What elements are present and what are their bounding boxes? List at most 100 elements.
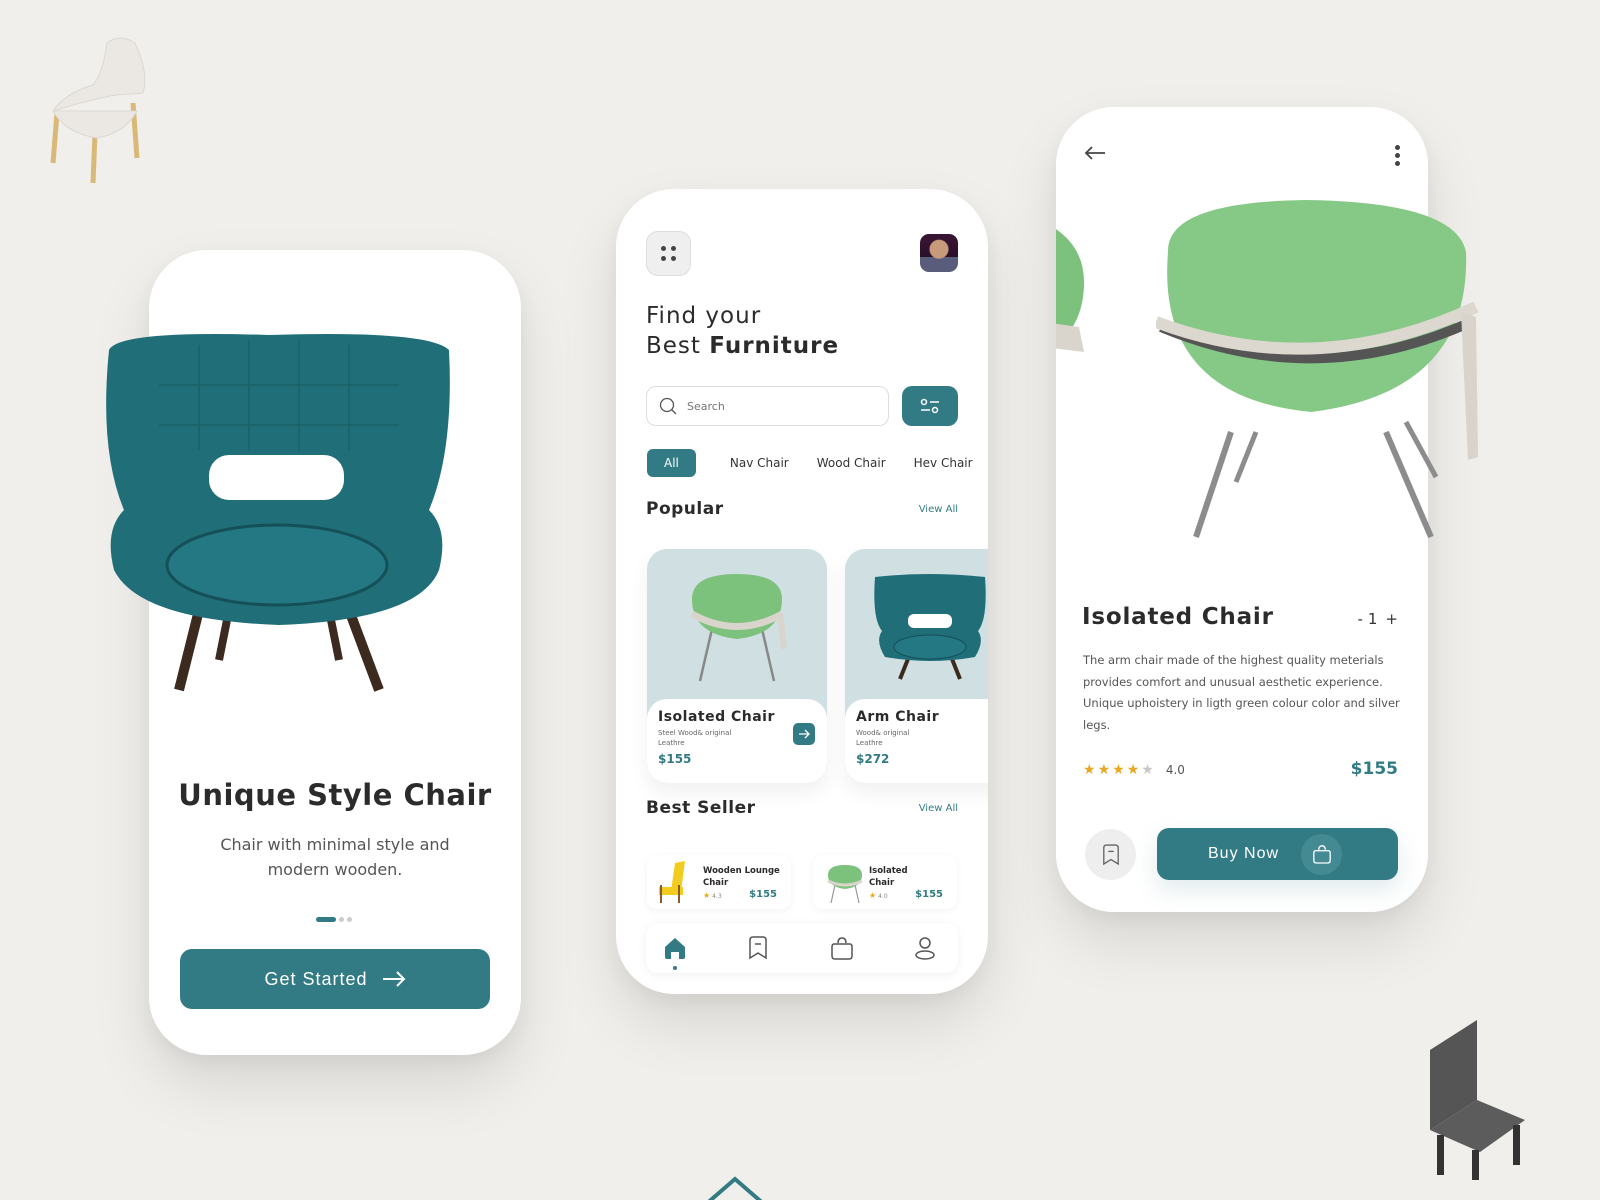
product-price: $155 (1350, 759, 1398, 779)
profile-icon (915, 937, 935, 960)
product-price: $155 (749, 889, 777, 900)
active-nav-indicator (673, 966, 677, 970)
title-line-2: Best Furniture (646, 331, 839, 361)
product-name: Wooden Lounge Chair (703, 866, 780, 888)
isolated-chair-hero-image (1156, 200, 1479, 539)
arrow-left-icon (1084, 146, 1105, 160)
product-name: Isolated Chair (658, 709, 775, 725)
decrease-quantity-button[interactable]: - (1357, 610, 1362, 628)
product-detail-screen: Isolated Chair - 1 + The arm chair made … (1056, 107, 1479, 912)
nav-profile[interactable] (912, 935, 938, 961)
best-seller-card[interactable]: Isolated Chair ★ 4.0 $155 (813, 855, 957, 909)
product-name: Isolated Chair (869, 866, 908, 888)
get-started-label: Get Started (264, 968, 368, 989)
product-price: $155 (915, 889, 943, 900)
title-bold: Furniture (709, 333, 840, 359)
nav-cart[interactable] (829, 935, 855, 961)
star-icon: ★ (1097, 762, 1111, 778)
rating-value: 4.3 (712, 893, 722, 900)
category-tabs: All Nav Chair Wood Chair Hev Chair (647, 449, 988, 477)
star-icon: ★ (1112, 762, 1125, 778)
grid-dots-icon (661, 246, 666, 251)
more-dot (1395, 161, 1400, 166)
grid-dot (671, 246, 676, 251)
category-tab-all[interactable]: All (647, 449, 696, 477)
arm-chair-image (874, 574, 986, 680)
best-seller-view-all-link[interactable]: View All (919, 803, 958, 814)
white-chair-decoration (50, 37, 146, 184)
star-empty-icon: ★ (1141, 762, 1154, 778)
title-prefix: Best (646, 333, 710, 359)
previous-chair-image (1056, 229, 1084, 352)
open-product-button[interactable] (793, 723, 815, 745)
product-desc: Steel Wood& original Leathre (658, 729, 732, 747)
wooden-lounge-chair-image (659, 861, 685, 903)
grid-dot (671, 256, 676, 261)
home-icon (665, 938, 685, 959)
home-screen: Find your Best Furniture All Nav Chair W… (616, 189, 988, 994)
filter-button[interactable] (902, 386, 958, 426)
user-avatar[interactable] (920, 234, 958, 272)
star-icon: ★ (1083, 762, 1096, 778)
popular-card[interactable]: Isolated Chair Steel Wood& original Leat… (647, 549, 827, 783)
buy-now-button[interactable]: Buy Now (1157, 828, 1398, 880)
best-seller-card[interactable]: Wooden Lounge Chair ★ 4.3 $155 (647, 855, 791, 909)
bottom-nav (646, 923, 958, 973)
buy-now-label: Buy Now (1208, 845, 1280, 862)
category-tab-hev-chair[interactable]: Hev Chair (914, 449, 973, 477)
search-icon (659, 397, 677, 415)
product-desc: Wood& original Leathre (856, 729, 910, 747)
more-vertical-icon (1395, 145, 1400, 150)
arm-chair-image (106, 334, 450, 692)
rating-value: 4.0 (1165, 763, 1185, 777)
category-tab-nav-chair[interactable]: Nav Chair (730, 449, 789, 477)
isolated-chair-image (690, 574, 787, 682)
star-icon: ★ (869, 891, 877, 900)
title-line-1: Find your (646, 303, 762, 329)
arrow-right-icon (799, 729, 810, 739)
gray-chair-decoration (1430, 1020, 1525, 1180)
product-description: The arm chair made of the highest qualit… (1083, 653, 1400, 732)
onboarding-subtitle: Chair with minimal style and modern wood… (220, 835, 450, 879)
more-options-button[interactable] (1395, 145, 1400, 166)
category-tab-wood-chair[interactable]: Wood Chair (817, 449, 886, 477)
quantity-stepper: - 1 + (1357, 610, 1398, 628)
bookmark-icon (749, 936, 768, 960)
page-dot (347, 917, 352, 922)
product-price: $155 (658, 752, 692, 766)
page-indicator (316, 917, 352, 922)
rating-value: 4.0 (878, 893, 888, 900)
popular-heading: Popular (646, 499, 724, 519)
product-rating: ★ ★ ★ ★ ★ 4.0 (1083, 762, 1185, 778)
star-icon: ★ (703, 891, 711, 900)
best-seller-heading: Best Seller (646, 798, 756, 818)
bag-icon (1312, 845, 1331, 864)
back-button[interactable] (1084, 145, 1106, 164)
popular-view-all-link[interactable]: View All (919, 504, 958, 515)
bag-icon (830, 937, 853, 960)
bag-icon-wrapper (1301, 833, 1343, 875)
grid-dot (661, 256, 666, 261)
product-price: $272 (856, 752, 890, 766)
page-dot-active (316, 917, 336, 922)
menu-button[interactable] (646, 231, 691, 276)
product-name: Isolated Chair (1082, 604, 1274, 630)
star-icon: ★ (1126, 762, 1140, 778)
onboarding-screen: Unique Style Chair Chair with minimal st… (106, 250, 521, 1055)
onboarding-title: Unique Style Chair (178, 778, 492, 812)
popular-card-info: Isolated Chair Steel Wood& original Leat… (647, 699, 827, 783)
nav-home[interactable] (662, 935, 688, 970)
get-started-button[interactable]: Get Started (180, 949, 490, 1009)
product-rating: ★ 4.3 (703, 891, 722, 900)
popular-card[interactable]: Arm Chair Wood& original Leathre $272 (845, 549, 988, 783)
product-name: Arm Chair (856, 709, 940, 725)
nav-saved[interactable] (745, 935, 771, 961)
save-button[interactable] (1085, 829, 1136, 880)
search-bar[interactable] (646, 386, 889, 426)
sliders-icon (920, 398, 939, 414)
search-input[interactable] (687, 399, 867, 413)
quantity-value: 1 (1367, 610, 1381, 628)
isolated-chair-image (827, 865, 863, 904)
page-title: Find your Best Furniture (646, 301, 839, 361)
increase-quantity-button[interactable]: + (1385, 610, 1398, 628)
